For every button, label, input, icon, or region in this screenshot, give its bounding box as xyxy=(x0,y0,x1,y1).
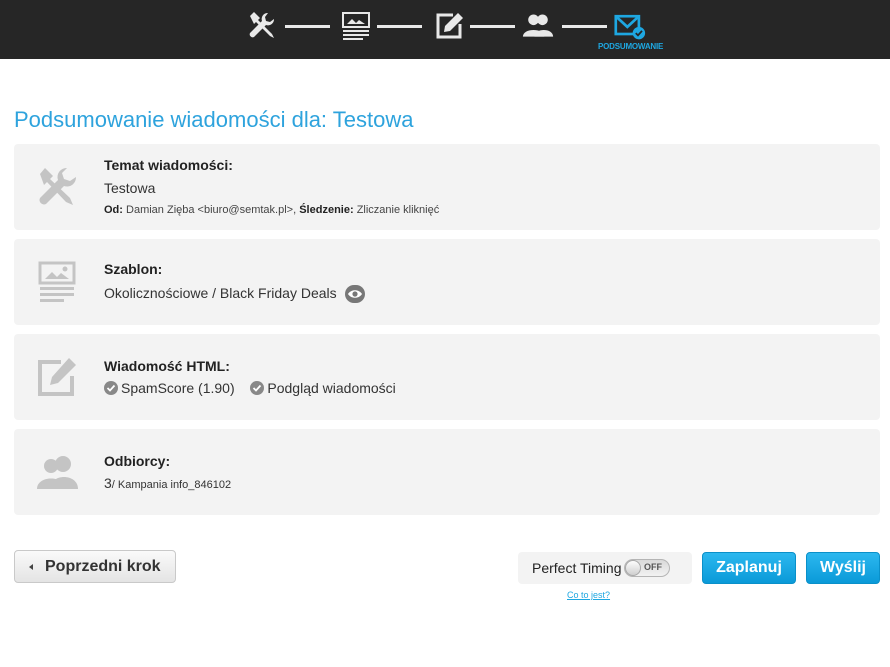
step-connector xyxy=(562,25,607,28)
template-value-row: Okolicznościowe / Black Friday Deals xyxy=(104,285,365,304)
subject-details: Od: Damian Zięba <biuro@semtak.pl>, Śled… xyxy=(104,204,439,216)
perfect-timing-label: Perfect Timing xyxy=(532,560,622,576)
subject-value: Testowa xyxy=(104,180,156,196)
step-label-summary: PODSUMOWANIE xyxy=(598,42,664,51)
toggle-state: OFF xyxy=(644,562,662,572)
previous-step-label: Poprzedni krok xyxy=(45,558,161,575)
page-title: Podsumowanie wiadomości dla: Testowa xyxy=(14,107,414,132)
what-is-it-link[interactable]: Co to jest? xyxy=(567,590,610,600)
recipients-card: Odbiorcy: 3/ Kampania info_846102 xyxy=(14,429,880,515)
html-heading: Wiadomość HTML: xyxy=(104,358,230,374)
wizard-steps-bar: PODSUMOWANIE xyxy=(0,0,890,59)
toggle-knob xyxy=(625,560,641,576)
tools-icon xyxy=(34,164,80,210)
template-value: Okolicznościowe / Black Friday Deals xyxy=(104,285,337,301)
tools-icon[interactable] xyxy=(246,10,278,42)
tracking-label: Śledzenie: xyxy=(299,204,354,216)
check-badge-icon xyxy=(250,381,265,395)
check-badge-icon xyxy=(104,381,118,395)
recipients-row: 3/ Kampania info_846102 xyxy=(104,475,231,491)
template-heading: Szablon: xyxy=(104,261,163,277)
users-icon xyxy=(34,449,80,495)
arrow-left-icon xyxy=(29,564,33,570)
tracking-value: Zliczanie kliknięć xyxy=(356,204,440,216)
step-connector xyxy=(285,25,330,28)
edit-icon xyxy=(34,354,80,400)
step-connector xyxy=(470,25,515,28)
template-icon[interactable] xyxy=(340,10,372,42)
send-button[interactable]: Wyślij xyxy=(806,552,880,584)
from-value: Damian Zięba <biuro@semtak.pl>, xyxy=(126,204,297,216)
edit-icon[interactable] xyxy=(433,10,465,42)
spamscore-link[interactable]: SpamScore (1.90) xyxy=(121,380,235,396)
step-connector xyxy=(377,25,422,28)
subject-heading: Temat wiadomości: xyxy=(104,157,233,173)
recipients-heading: Odbiorcy: xyxy=(104,453,171,469)
perfect-timing-toggle[interactable]: OFF xyxy=(624,559,670,577)
html-checks-row: SpamScore (1.90) Podgląd wiadomości xyxy=(104,380,396,396)
eye-icon[interactable] xyxy=(344,285,365,304)
template-icon xyxy=(34,259,80,305)
envelope-check-icon[interactable] xyxy=(614,10,646,42)
preview-link[interactable]: Podgląd wiadomości xyxy=(267,380,395,396)
template-card: Szablon: Okolicznościowe / Black Friday … xyxy=(14,239,880,325)
recipients-campaign: / Kampania info_846102 xyxy=(111,479,232,491)
perfect-timing-box: Perfect Timing OFF xyxy=(518,552,692,584)
from-label: Od: xyxy=(104,204,123,216)
html-message-card: Wiadomość HTML: SpamScore (1.90) Podgląd… xyxy=(14,334,880,420)
recipients-count: 3 xyxy=(104,475,112,491)
previous-step-button[interactable]: Poprzedni krok xyxy=(14,550,176,583)
subject-card: Temat wiadomości: Testowa Od: Damian Zię… xyxy=(14,144,880,230)
schedule-button[interactable]: Zaplanuj xyxy=(702,552,796,584)
users-icon[interactable] xyxy=(522,10,554,42)
